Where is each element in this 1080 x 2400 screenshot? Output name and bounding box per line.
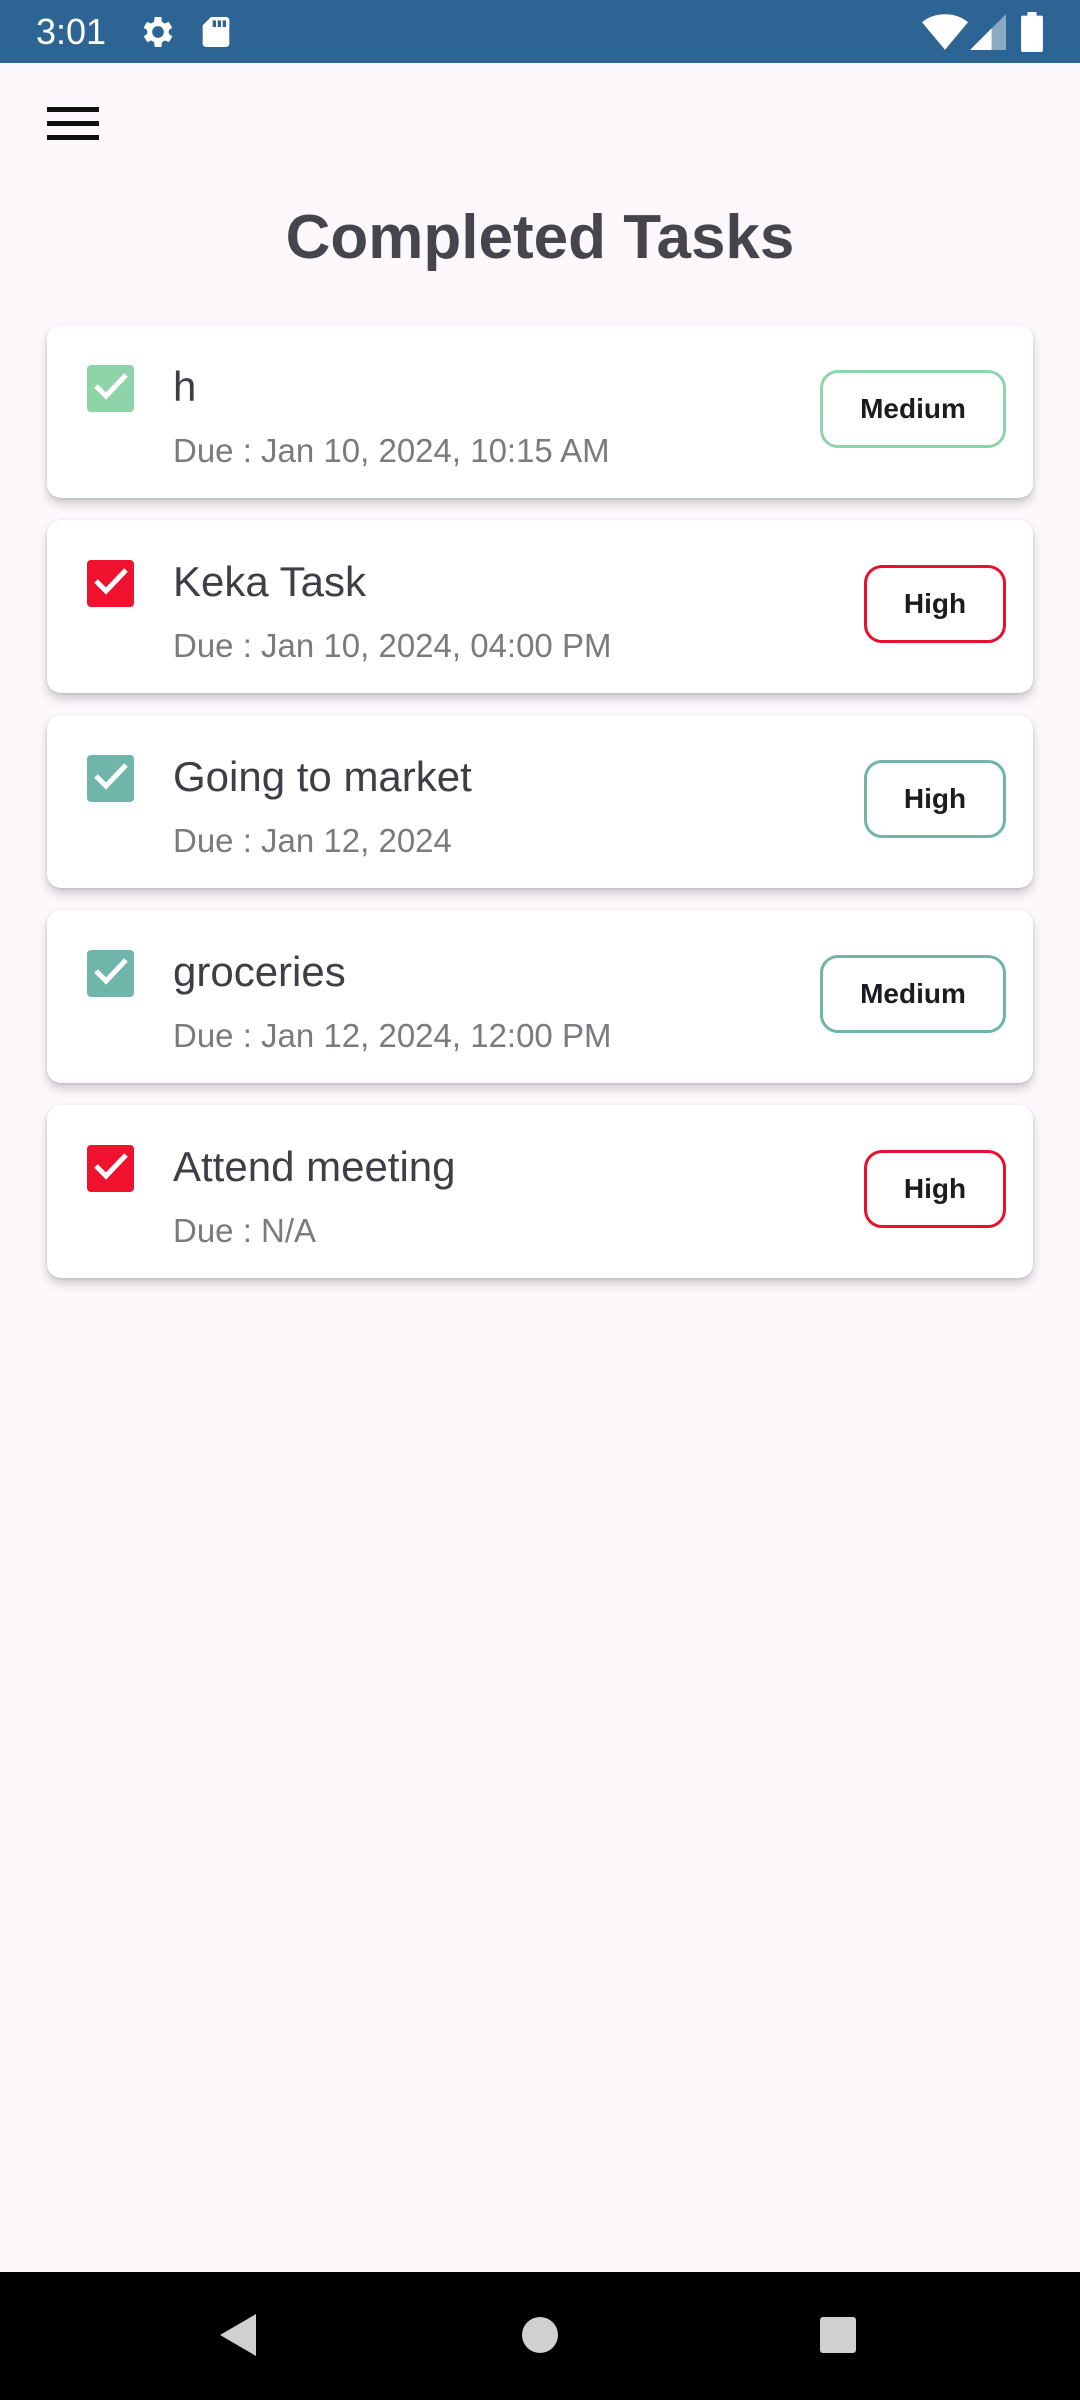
- task-due: Due : Jan 12, 2024, 12:00 PM: [173, 1017, 612, 1054]
- task-list: h Due : Jan 10, 2024, 10:15 AM Medium Ke…: [47, 325, 1033, 1300]
- task-card[interactable]: Keka Task Due : Jan 10, 2024, 04:00 PM H…: [47, 520, 1033, 693]
- recents-icon: [818, 2315, 858, 2360]
- task-title: Going to market: [173, 753, 472, 800]
- status-time: 3:01: [36, 11, 107, 52]
- priority-chip[interactable]: High: [864, 1150, 1006, 1228]
- task-checkbox[interactable]: [87, 755, 134, 802]
- task-card[interactable]: h Due : Jan 10, 2024, 10:15 AM Medium: [47, 325, 1033, 498]
- task-title: groceries: [173, 948, 346, 995]
- back-icon: [218, 2312, 258, 2363]
- page-title: Completed Tasks: [285, 203, 795, 272]
- battery-icon: [1020, 12, 1044, 52]
- home-icon: [520, 2315, 560, 2360]
- back-button[interactable]: [203, 2302, 273, 2372]
- recents-button[interactable]: [803, 2302, 873, 2372]
- priority-chip[interactable]: Medium: [820, 370, 1006, 448]
- gear-icon: [138, 12, 178, 52]
- priority-chip[interactable]: Medium: [820, 955, 1006, 1033]
- status-bar: 3:01: [0, 0, 1080, 63]
- check-icon: [93, 1151, 129, 1186]
- task-due: Due : Jan 12, 2024: [173, 822, 452, 859]
- check-icon: [93, 566, 129, 601]
- task-due: Due : Jan 10, 2024, 04:00 PM: [173, 627, 612, 664]
- task-checkbox[interactable]: [87, 560, 134, 607]
- priority-chip[interactable]: High: [864, 760, 1006, 838]
- home-button[interactable]: [505, 2302, 575, 2372]
- check-icon: [93, 956, 129, 991]
- wifi-icon: [922, 12, 968, 52]
- hamburger-menu-icon: [47, 104, 99, 149]
- cell-signal-icon: [970, 12, 1006, 52]
- task-checkbox[interactable]: [87, 950, 134, 997]
- task-checkbox[interactable]: [87, 365, 134, 412]
- task-card[interactable]: Attend meeting Due : N/A High: [47, 1105, 1033, 1278]
- priority-chip[interactable]: High: [864, 565, 1006, 643]
- sd-card-icon: [196, 12, 236, 52]
- task-title: Keka Task: [173, 558, 366, 605]
- task-title: h: [173, 363, 197, 410]
- task-card[interactable]: Going to market Due : Jan 12, 2024 High: [47, 715, 1033, 888]
- task-title: Attend meeting: [173, 1143, 456, 1190]
- task-checkbox[interactable]: [87, 1145, 134, 1192]
- check-icon: [93, 371, 129, 406]
- task-card[interactable]: groceries Due : Jan 12, 2024, 12:00 PM M…: [47, 910, 1033, 1083]
- navigation-bar: [0, 2272, 1080, 2400]
- task-due: Due : N/A: [173, 1212, 317, 1249]
- check-icon: [93, 761, 129, 796]
- task-due: Due : Jan 10, 2024, 10:15 AM: [173, 432, 610, 469]
- menu-button[interactable]: [38, 96, 108, 156]
